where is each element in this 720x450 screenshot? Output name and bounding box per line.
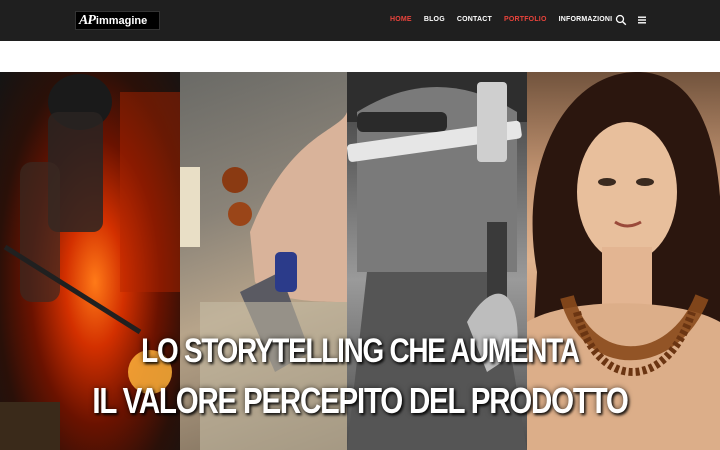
hero-headline-line2: IL VALORE PERCEPITO DEL PRODOTTO [92, 380, 629, 421]
logo-mark: AP [79, 12, 96, 28]
nav-informazioni[interactable]: INFORMAZIONI [559, 15, 613, 25]
nav-home[interactable]: HOME [390, 15, 412, 25]
search-icon[interactable] [615, 14, 627, 26]
hero-headline-line1: LO STORYTELLING CHE AUMENTA [141, 332, 580, 370]
nav-blog[interactable]: BLOG [424, 15, 445, 25]
main-nav: HOME BLOG CONTACT PORTFOLIO INFORMAZIONI [390, 15, 624, 25]
logo-text: immagine [95, 14, 148, 27]
nav-portfolio[interactable]: PORTFOLIO [504, 15, 547, 25]
header-spacer [0, 41, 720, 72]
hero-banner: LO STORYTELLING CHE AUMENTA IL VALORE PE… [0, 72, 720, 450]
site-logo[interactable]: AP immagine [75, 11, 160, 30]
site-header: AP immagine HOME BLOG CONTACT PORTFOLIO … [0, 0, 720, 41]
nav-contact[interactable]: CONTACT [457, 15, 492, 25]
menu-icon[interactable] [636, 14, 648, 26]
